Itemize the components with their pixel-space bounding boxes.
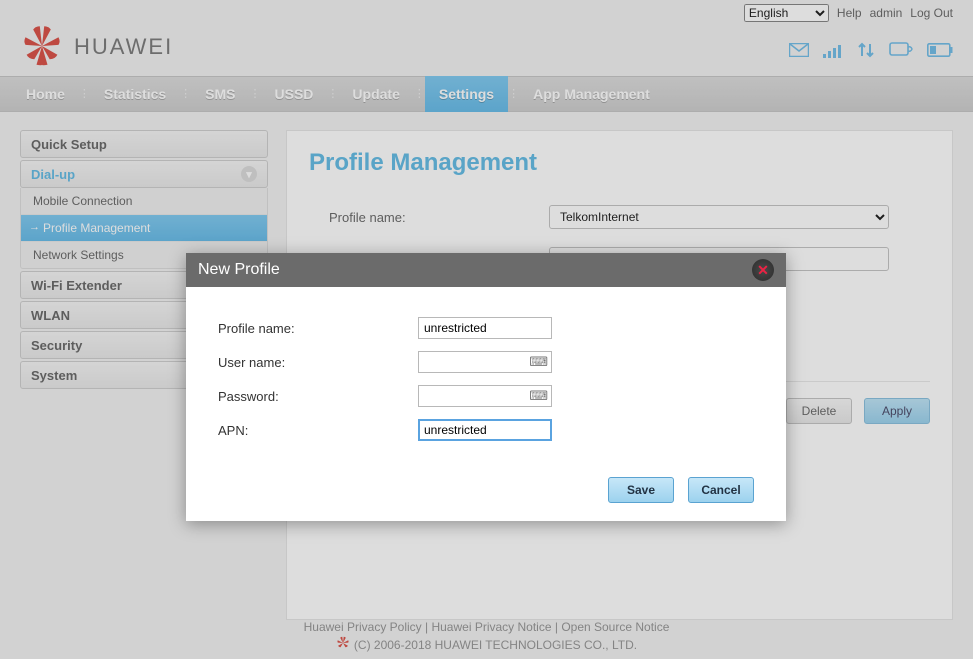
- modal-label-profile-name: Profile name:: [218, 321, 418, 336]
- modal-cancel-button[interactable]: Cancel: [688, 477, 754, 503]
- close-icon: ✕: [757, 263, 769, 277]
- modal-row-profile-name: Profile name:: [218, 317, 754, 339]
- modal-row-password: Password: ⌨: [218, 385, 754, 407]
- modal-profile-name-input[interactable]: [418, 317, 552, 339]
- modal-body: Profile name: User name: ⌨ Password: ⌨ A…: [186, 287, 786, 471]
- modal-save-button[interactable]: Save: [608, 477, 674, 503]
- modal-label-apn: APN:: [218, 423, 418, 438]
- modal-apn-input[interactable]: [418, 419, 552, 441]
- modal-close-button[interactable]: ✕: [752, 259, 774, 281]
- new-profile-modal: New Profile ✕ Profile name: User name: ⌨…: [186, 253, 786, 521]
- modal-button-row: Save Cancel: [186, 471, 786, 521]
- keyboard-icon[interactable]: ⌨: [529, 388, 548, 404]
- keyboard-icon[interactable]: ⌨: [529, 354, 548, 370]
- modal-label-user-name: User name:: [218, 355, 418, 370]
- modal-row-user-name: User name: ⌨: [218, 351, 754, 373]
- modal-title: New Profile: [198, 261, 280, 279]
- modal-row-apn: APN:: [218, 419, 754, 441]
- modal-label-password: Password:: [218, 389, 418, 404]
- modal-header: New Profile ✕: [186, 253, 786, 287]
